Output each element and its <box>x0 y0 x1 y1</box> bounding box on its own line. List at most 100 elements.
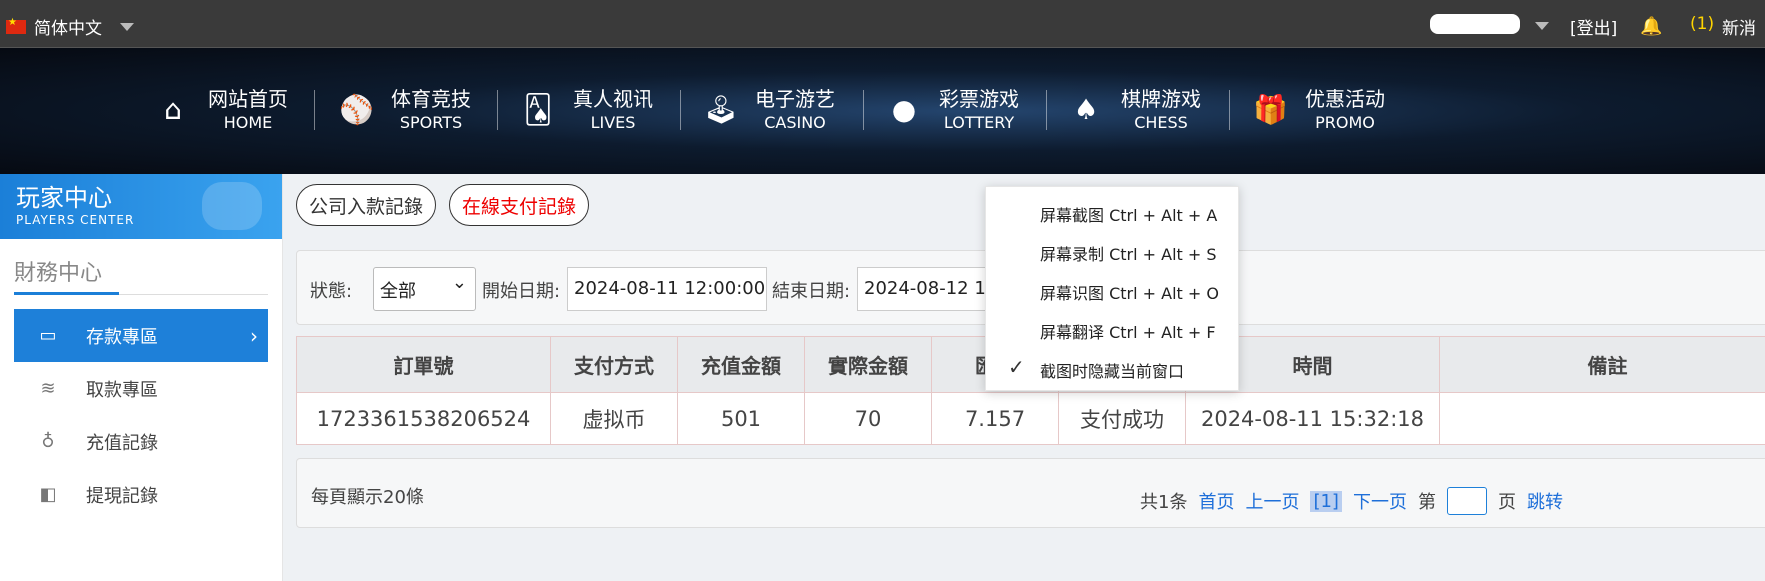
cash-icon: ≋ <box>40 378 56 399</box>
nav-divider <box>314 90 315 130</box>
nav-chess-label: 棋牌游戏 <box>1121 87 1201 111</box>
finance-center-title: 財務中心 <box>14 255 268 295</box>
nav-chess[interactable]: ♠ 棋牌游戏 CHESS <box>1069 86 1201 134</box>
jump-link[interactable]: 跳转 <box>1527 488 1563 514</box>
col-remark: 備註 <box>1439 336 1765 393</box>
end-date-label: 結束日期: <box>772 281 851 302</box>
menu-item-screen-ocr[interactable]: 屏幕识图 Ctrl + Alt + O <box>1040 280 1219 304</box>
chevron-down-icon <box>120 22 134 31</box>
nav-lives-sub: LIVES <box>590 113 636 132</box>
nav-sports-label: 体育竞技 <box>391 87 471 111</box>
menu-item-screen-translate[interactable]: 屏幕翻译 Ctrl + Alt + F <box>1040 319 1216 343</box>
col-order-no: 訂單號 <box>296 336 551 393</box>
nav-divider <box>1229 90 1230 130</box>
wallet-icon: ◧ <box>39 484 57 505</box>
col-recharge-amount: 充值金額 <box>677 336 805 393</box>
nav-lottery-label: 彩票游戏 <box>939 87 1019 111</box>
record-tabs: 公司入款記錄 在線支付記錄 <box>296 184 590 226</box>
chevron-right-icon: › <box>250 323 258 348</box>
current-page[interactable]: [1] <box>1310 490 1342 512</box>
cell-pay-method: 虚拟币 <box>550 392 678 445</box>
start-date-input[interactable]: 2024-08-11 12:00:00 <box>567 267 767 311</box>
first-page-link[interactable]: 首页 <box>1198 488 1234 514</box>
goto-prefix: 第 <box>1417 492 1436 513</box>
screenshot-context-menu: 屏幕截图 Ctrl + Alt + A 屏幕录制 Ctrl + Alt + S … <box>985 186 1239 391</box>
status-select[interactable]: 全部 <box>373 267 476 311</box>
checkmark-icon: ✓ <box>1008 355 1025 379</box>
total-count: 共1条 <box>1140 492 1188 513</box>
nav-casino-label: 电子游艺 <box>755 87 835 111</box>
gift-icon: 🎁 <box>1253 93 1288 126</box>
cell-remark <box>1439 392 1765 445</box>
top-bar: 简体中文 [登出] 🔔 (1) 新消 <box>0 0 1765 48</box>
nav-home-label: 网站首页 <box>208 87 288 111</box>
sidebar-item-label: 取款專區 <box>86 379 158 401</box>
sidebar-item-label: 提現記錄 <box>86 485 158 507</box>
nav-chess-sub: CHESS <box>1134 113 1188 132</box>
gamepad-icon <box>202 182 262 230</box>
tab-online-payment-records[interactable]: 在線支付記錄 <box>449 184 590 226</box>
next-page-link[interactable]: 下一页 <box>1353 488 1407 514</box>
tab-company-deposit-records[interactable]: 公司入款記錄 <box>296 184 437 226</box>
sidebar-item-label: 充值記錄 <box>86 432 158 454</box>
table-row: 1723361538206524 虚拟币 501 70 7.157 支付成功 2… <box>296 392 1765 445</box>
home-icon: ⌂ <box>164 93 182 126</box>
nav-promo-label: 优惠活动 <box>1305 87 1385 111</box>
nav-lives[interactable]: 🂡 真人视讯 LIVES <box>521 86 653 134</box>
nav-sports[interactable]: ⚾ 体育竞技 SPORTS <box>339 86 471 134</box>
sidebar-item-recharge-records[interactable]: ♁ 充值記錄 <box>14 415 268 468</box>
user-menu-chevron-icon[interactable] <box>1535 22 1549 30</box>
start-date-label: 開始日期: <box>482 281 561 302</box>
nav-lottery[interactable]: ● 彩票游戏 LOTTERY <box>887 86 1019 134</box>
menu-item-hide-window[interactable]: 截图时隐藏当前窗口 <box>1040 358 1184 382</box>
page-number-input[interactable] <box>1446 487 1487 515</box>
nav-divider <box>863 90 864 130</box>
menu-item-screenshot[interactable]: 屏幕截图 Ctrl + Alt + A <box>1040 202 1217 226</box>
per-page-label: 每頁顯示20條 <box>311 487 424 508</box>
pagination: 共1条 首页 上一页 [1] 下一页 第 页 跳转 <box>1140 487 1563 515</box>
cell-recharge-amount: 501 <box>677 392 805 445</box>
nav-promo[interactable]: 🎁 优惠活动 PROMO <box>1253 86 1385 134</box>
language-selector[interactable]: 简体中文 <box>6 14 134 39</box>
status-label: 狀態: <box>310 281 353 302</box>
nav-lives-label: 真人视讯 <box>573 87 653 111</box>
china-flag-icon <box>6 17 26 34</box>
bell-icon[interactable]: 🔔 <box>1640 16 1662 37</box>
language-label: 简体中文 <box>34 19 102 39</box>
spade-icon: ♠ <box>1073 93 1099 126</box>
card-icon: ▭ <box>39 325 57 346</box>
username-redacted[interactable] <box>1430 14 1520 34</box>
menu-item-screen-record[interactable]: 屏幕录制 Ctrl + Alt + S <box>1040 241 1217 265</box>
cell-exchange-rate: 7.157 <box>931 392 1059 445</box>
nav-sports-sub: SPORTS <box>399 113 463 132</box>
prev-page-link[interactable]: 上一页 <box>1245 488 1299 514</box>
nav-home-sub: HOME <box>223 113 273 132</box>
logout-link[interactable]: [登出] <box>1570 14 1617 39</box>
joystick-icon: 🕹 <box>703 93 739 126</box>
nav-divider <box>1046 90 1047 130</box>
nav-divider <box>497 90 498 130</box>
ball-icon: ⚾ <box>339 93 374 126</box>
sidebar-item-deposit[interactable]: ▭ 存款專區 › <box>14 309 268 362</box>
pagination-bar: 每頁顯示20條 共1条 首页 上一页 [1] 下一页 第 页 跳转 <box>296 458 1765 528</box>
sidebar-item-withdraw[interactable]: ≋ 取款專區 <box>14 362 268 415</box>
nav-casino-sub: CASINO <box>764 113 826 132</box>
message-count[interactable]: (1) <box>1690 14 1714 34</box>
sidebar-menu: ▭ 存款專區 › ≋ 取款專區 ♁ 充值記錄 ◧ 提現記錄 <box>14 309 268 521</box>
message-label[interactable]: 新消 <box>1722 14 1756 39</box>
players-center-header: 玩家中心 PLAYERS CENTER <box>0 174 282 239</box>
col-actual-amount: 實際金額 <box>804 336 932 393</box>
goto-suffix: 页 <box>1497 492 1516 513</box>
cards-icon: 🂡 <box>523 93 553 126</box>
main-navigation: ⌂ 网站首页 HOME ⚾ 体育竞技 SPORTS 🂡 真人视讯 LIVES 🕹 电子… <box>0 48 1765 174</box>
sidebar-item-label: 存款專區 <box>86 326 158 348</box>
sidebar-item-withdraw-records[interactable]: ◧ 提現記錄 <box>14 468 268 521</box>
cell-time: 2024-08-11 15:32:18 <box>1185 392 1440 445</box>
nav-casino[interactable]: 🕹 电子游艺 CASINO <box>703 86 835 134</box>
nav-home[interactable]: ⌂ 网站首页 HOME <box>156 86 288 134</box>
money-bag-icon: ♁ <box>41 431 55 452</box>
col-pay-method: 支付方式 <box>550 336 678 393</box>
sidebar: 玩家中心 PLAYERS CENTER 財務中心 ▭ 存款專區 › ≋ 取款專區… <box>0 174 283 581</box>
cell-status: 支付成功 <box>1058 392 1186 445</box>
nav-lottery-sub: LOTTERY <box>943 113 1015 132</box>
